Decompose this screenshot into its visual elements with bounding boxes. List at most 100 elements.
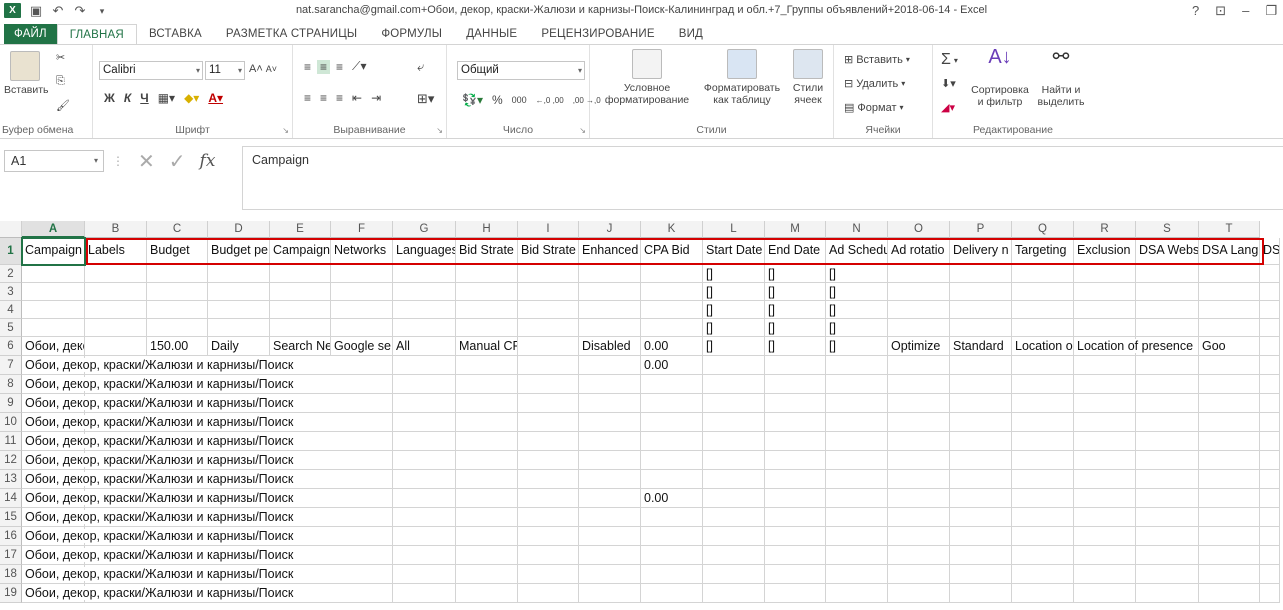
cell-e5[interactable]: [270, 319, 331, 337]
cell-l18[interactable]: [703, 565, 765, 584]
cell-h14[interactable]: [456, 489, 518, 508]
cell-u13[interactable]: [1260, 470, 1280, 489]
autosum-icon[interactable]: Σ ▾: [941, 51, 958, 69]
fill-color-icon[interactable]: ◆▾: [181, 91, 202, 105]
column-header-k[interactable]: K: [641, 221, 703, 238]
font-color-icon[interactable]: A▾: [205, 91, 226, 105]
cell-i9[interactable]: [518, 394, 579, 413]
cell-p15[interactable]: [950, 508, 1012, 527]
dialog-launcher-icon[interactable]: ↘: [579, 126, 586, 135]
cell-s15[interactable]: [1136, 508, 1199, 527]
cell-u10[interactable]: [1260, 413, 1280, 432]
cell-f4[interactable]: [331, 301, 393, 319]
cell-m9[interactable]: [765, 394, 826, 413]
cell-styles-button[interactable]: Стили ячеек: [786, 49, 830, 106]
cell-t17[interactable]: [1199, 546, 1260, 565]
cell-i13[interactable]: [518, 470, 579, 489]
row-header-2[interactable]: 2: [0, 265, 22, 283]
cell-q8[interactable]: [1012, 375, 1074, 394]
cell-t3[interactable]: [1199, 283, 1260, 301]
cell-a11[interactable]: Обои, декор, краски/Жалюзи и карнизы/Пои…: [22, 432, 294, 451]
tab-insert[interactable]: ВСТАВКА: [137, 24, 214, 44]
cell-r4[interactable]: [1074, 301, 1136, 319]
column-header-g[interactable]: G: [393, 221, 456, 238]
cell-h2[interactable]: [456, 265, 518, 283]
cell-u1[interactable]: DSA: [1260, 238, 1280, 265]
align-center-icon[interactable]: ≡: [317, 91, 330, 105]
percent-button[interactable]: %: [489, 93, 506, 107]
cell-i16[interactable]: [518, 527, 579, 546]
cell-h17[interactable]: [456, 546, 518, 565]
cell-q11[interactable]: [1012, 432, 1074, 451]
cell-t9[interactable]: [1199, 394, 1260, 413]
ribbon-display-button[interactable]: ⊡: [1215, 3, 1226, 19]
cell-h13[interactable]: [456, 470, 518, 489]
cell-l15[interactable]: [703, 508, 765, 527]
cell-r16[interactable]: [1074, 527, 1136, 546]
cell-m16[interactable]: [765, 527, 826, 546]
cell-k19[interactable]: [641, 584, 703, 603]
cell-o8[interactable]: [888, 375, 950, 394]
align-left-icon[interactable]: ≡: [301, 91, 314, 105]
cell-l12[interactable]: [703, 451, 765, 470]
cell-u19[interactable]: [1260, 584, 1280, 603]
cell-o11[interactable]: [888, 432, 950, 451]
help-button[interactable]: ?: [1192, 3, 1199, 19]
cell-q6[interactable]: Location o: [1012, 337, 1074, 356]
cell-p14[interactable]: [950, 489, 1012, 508]
cell-m12[interactable]: [765, 451, 826, 470]
cell-n11[interactable]: [826, 432, 888, 451]
cell-u9[interactable]: [1260, 394, 1280, 413]
cell-g14[interactable]: [393, 489, 456, 508]
cell-l5[interactable]: []: [703, 319, 765, 337]
column-header-e[interactable]: E: [270, 221, 331, 238]
column-header-q[interactable]: Q: [1012, 221, 1074, 238]
cell-t11[interactable]: [1199, 432, 1260, 451]
grow-font-icon[interactable]: A˄: [249, 63, 263, 75]
cell-o18[interactable]: [888, 565, 950, 584]
cell-f11[interactable]: [331, 432, 393, 451]
cell-q9[interactable]: [1012, 394, 1074, 413]
cell-e2[interactable]: [270, 265, 331, 283]
cell-h19[interactable]: [456, 584, 518, 603]
row-header-3[interactable]: 3: [0, 283, 22, 301]
cell-r9[interactable]: [1074, 394, 1136, 413]
cell-t16[interactable]: [1199, 527, 1260, 546]
cell-l6[interactable]: []: [703, 337, 765, 356]
cell-o3[interactable]: [888, 283, 950, 301]
cell-a7[interactable]: Обои, декор, краски/Жалюзи и карнизы/Пои…: [22, 356, 294, 375]
column-header-a[interactable]: A: [22, 221, 85, 238]
cell-n12[interactable]: [826, 451, 888, 470]
cell-g1[interactable]: Languages: [393, 238, 456, 265]
cell-k5[interactable]: [641, 319, 703, 337]
cell-s11[interactable]: [1136, 432, 1199, 451]
cell-c5[interactable]: [147, 319, 208, 337]
cell-m15[interactable]: [765, 508, 826, 527]
cell-s10[interactable]: [1136, 413, 1199, 432]
cell-k8[interactable]: [641, 375, 703, 394]
cell-a10[interactable]: Обои, декор, краски/Жалюзи и карнизы/Пои…: [22, 413, 294, 432]
column-header-h[interactable]: H: [456, 221, 518, 238]
cell-c6[interactable]: 150.00: [147, 337, 208, 356]
format-as-table-button[interactable]: Форматировать как таблицу: [702, 49, 782, 106]
cell-h4[interactable]: [456, 301, 518, 319]
cell-s14[interactable]: [1136, 489, 1199, 508]
restore-button[interactable]: ❐: [1265, 3, 1277, 19]
cell-h5[interactable]: [456, 319, 518, 337]
cell-m8[interactable]: [765, 375, 826, 394]
cell-f7[interactable]: [331, 356, 393, 375]
cell-l19[interactable]: [703, 584, 765, 603]
formula-input[interactable]: Campaign: [242, 146, 1283, 210]
cell-i1[interactable]: Bid Strate: [518, 238, 579, 265]
column-header-d[interactable]: D: [208, 221, 270, 238]
cell-n10[interactable]: [826, 413, 888, 432]
cell-q14[interactable]: [1012, 489, 1074, 508]
cell-m14[interactable]: [765, 489, 826, 508]
cell-q19[interactable]: [1012, 584, 1074, 603]
cell-f14[interactable]: [331, 489, 393, 508]
currency-icon[interactable]: 💱▾: [459, 93, 486, 107]
cell-a1[interactable]: Campaign: [21, 237, 86, 266]
cell-f9[interactable]: [331, 394, 393, 413]
cell-q2[interactable]: [1012, 265, 1074, 283]
cell-p18[interactable]: [950, 565, 1012, 584]
